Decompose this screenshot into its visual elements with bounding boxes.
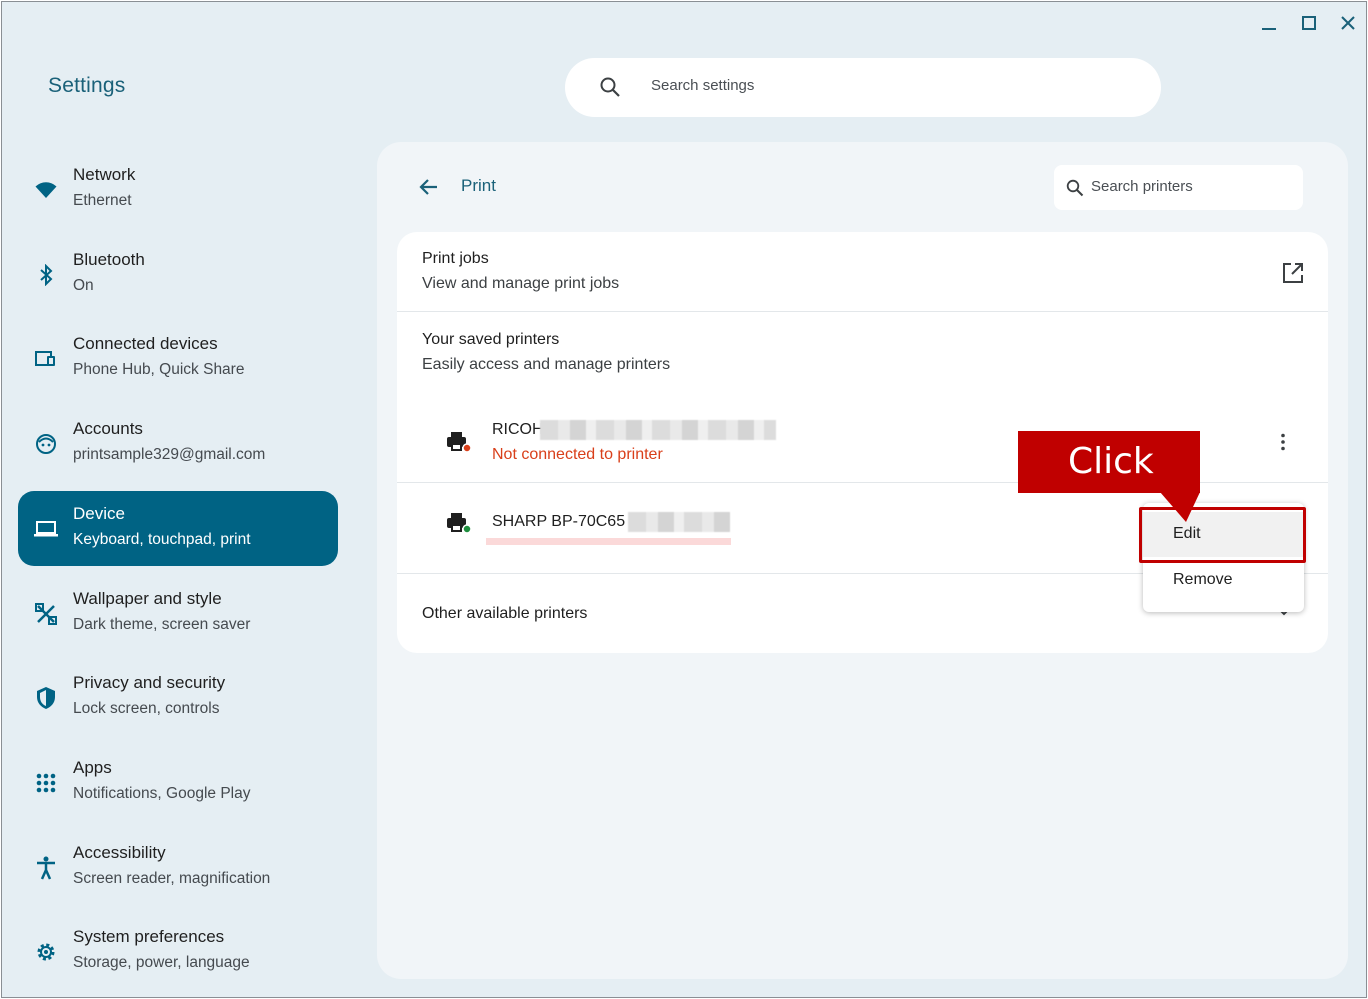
sidebar-item-subtitle: On [73,277,94,294]
sidebar-item-accounts[interactable]: Accounts printsample329@gmail.com [18,406,338,481]
app-title: Settings [48,74,126,97]
sidebar-item-subtitle: Notifications, Google Play [73,785,251,802]
settings-search-input[interactable]: Search settings [565,58,1161,117]
search-icon [1066,179,1084,202]
saved-printers-title: Your saved printers [422,331,560,348]
page-title: Print [461,176,496,195]
sidebar-item-subtitle: Lock screen, controls [73,700,220,717]
redacted-text [628,512,730,532]
redacted-text [540,420,776,440]
annotation-label: Click [1068,441,1154,482]
laptop-icon [34,517,58,541]
gear-icon [34,940,58,964]
search-icon [599,76,621,103]
apps-grid-icon [34,771,58,795]
sidebar-item-title: Accessibility [73,843,166,862]
close-icon [1341,16,1355,30]
menu-item-remove[interactable]: Remove [1143,558,1304,603]
printer-name: RICOH [492,421,544,438]
saved-printers-subtitle: Easily access and manage printers [422,356,671,373]
external-link-icon [1283,263,1303,283]
sidebar-item-subtitle: Dark theme, screen saver [73,616,251,633]
print-jobs-subtitle: View and manage print jobs [422,275,620,292]
printer-more-button[interactable] [1273,432,1293,457]
minimize-button[interactable] [1256,10,1282,36]
sidebar-item-accessibility[interactable]: Accessibility Screen reader, magnificati… [18,830,338,905]
search-placeholder: Search settings [651,77,755,94]
sidebar-item-connected-devices[interactable]: Connected devices Phone Hub, Quick Share [18,321,338,396]
menu-item-label: Remove [1173,571,1233,588]
sidebar-item-title: Network [73,165,136,184]
sidebar-item-subtitle: Screen reader, magnification [73,870,271,887]
sidebar-item-subtitle: Ethernet [73,192,132,209]
sidebar-item-title: System preferences [73,927,225,946]
sidebar-item-title: Bluetooth [73,250,145,269]
sidebar-item-privacy[interactable]: Privacy and security Lock screen, contro… [18,660,338,735]
sidebar-item-apps[interactable]: Apps Notifications, Google Play [18,745,338,820]
sidebar-item-device[interactable]: Device Keyboard, touchpad, print [18,491,338,566]
printer-icon [447,432,473,459]
printer-search-input[interactable]: Search printers [1054,165,1303,210]
annotation-callout: Click [1018,431,1200,493]
shield-icon [34,686,58,710]
printer-status: Not connected to printer [492,446,663,463]
open-print-jobs-button[interactable] [1281,261,1305,290]
sidebar-item-title: Device [73,504,125,523]
sidebar-item-wallpaper[interactable]: Wallpaper and style Dark theme, screen s… [18,576,338,651]
sidebar-item-subtitle: Storage, power, language [73,954,250,971]
account-icon [34,432,58,456]
sidebar-item-title: Connected devices [73,334,218,353]
accessibility-icon [34,856,58,880]
annotation-pointer [1160,492,1200,522]
highlight-underline [486,538,731,545]
sidebar-item-title: Privacy and security [73,673,226,692]
printer-search-placeholder: Search printers [1091,178,1193,195]
bluetooth-icon [34,263,58,287]
sidebar-item-subtitle: Phone Hub, Quick Share [73,361,245,378]
wifi-icon [34,178,58,202]
sidebar-item-network[interactable]: Network Ethernet [18,152,338,227]
sidebar-item-title: Wallpaper and style [73,589,222,608]
palette-icon [34,602,58,626]
printer-icon [447,513,473,540]
back-arrow-icon [419,179,437,195]
maximize-button[interactable] [1296,10,1322,36]
divider [397,311,1328,312]
sidebar-item-bluetooth[interactable]: Bluetooth On [18,237,338,312]
other-printers-title: Other available printers [422,605,588,622]
back-button[interactable] [417,175,441,204]
sidebar-item-title: Accounts [73,419,143,438]
more-vert-icon [1281,433,1285,451]
minimize-icon [1262,28,1276,30]
connected-devices-icon [34,347,58,371]
close-button[interactable] [1335,10,1361,36]
sidebar-item-subtitle: printsample329@gmail.com [73,446,266,463]
maximize-icon [1302,16,1316,30]
sidebar-item-subtitle: Keyboard, touchpad, print [73,531,251,548]
print-jobs-title: Print jobs [422,250,489,267]
sidebar-item-system-preferences[interactable]: System preferences Storage, power, langu… [18,914,338,989]
printer-name: SHARP BP-70C65 [492,513,626,530]
sidebar-item-title: Apps [73,758,112,777]
